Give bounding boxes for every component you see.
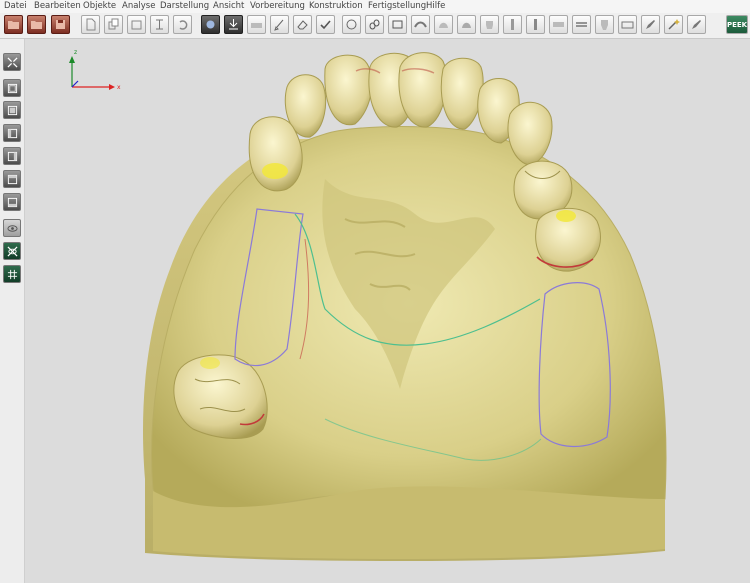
visibility-icon[interactable] bbox=[3, 219, 21, 237]
arch-icon[interactable] bbox=[434, 15, 453, 34]
save-icon[interactable] bbox=[51, 15, 70, 34]
open-folder-icon[interactable] bbox=[4, 15, 23, 34]
menu-datei[interactable]: Datei bbox=[4, 1, 27, 11]
edit-icon[interactable] bbox=[641, 15, 660, 34]
view-left-icon[interactable] bbox=[3, 124, 21, 142]
menu-konstruktion[interactable]: Konstruktion bbox=[309, 1, 363, 11]
scan-icon[interactable] bbox=[247, 15, 266, 34]
menu-objekte[interactable]: Objekte bbox=[83, 1, 116, 11]
grid-icon[interactable] bbox=[3, 265, 21, 283]
menu-ansicht[interactable]: Ansicht bbox=[213, 1, 244, 11]
menu-hilfe[interactable]: Hilfe bbox=[426, 1, 445, 11]
menu-analyse[interactable]: Analyse bbox=[122, 1, 155, 11]
arch-icon[interactable] bbox=[411, 15, 430, 34]
bar-icon[interactable] bbox=[572, 15, 591, 34]
tooth-icon[interactable] bbox=[526, 15, 545, 34]
view-right-icon[interactable] bbox=[3, 147, 21, 165]
tooth-icon[interactable] bbox=[595, 15, 614, 34]
view-top-icon[interactable] bbox=[3, 170, 21, 188]
wand-icon[interactable] bbox=[664, 15, 683, 34]
open-folder-icon[interactable] bbox=[27, 15, 46, 34]
tooth-icon[interactable] bbox=[503, 15, 522, 34]
select-hand-icon[interactable] bbox=[201, 15, 220, 34]
fit-view-icon[interactable] bbox=[3, 53, 21, 71]
copy-icon[interactable] bbox=[104, 15, 123, 34]
view-front-icon[interactable] bbox=[3, 79, 21, 97]
measure-icon[interactable] bbox=[150, 15, 169, 34]
checkmark-icon[interactable] bbox=[316, 15, 335, 34]
copy-icon[interactable] bbox=[127, 15, 146, 34]
model-icon[interactable] bbox=[342, 15, 361, 34]
connector-icon[interactable] bbox=[549, 15, 568, 34]
new-file-icon[interactable] bbox=[81, 15, 100, 34]
eraser-icon[interactable] bbox=[293, 15, 312, 34]
toolbar: PEEK bbox=[0, 13, 750, 39]
axis-triad bbox=[69, 56, 115, 90]
edit-icon[interactable] bbox=[687, 15, 706, 34]
peek-icon[interactable]: PEEK bbox=[726, 15, 748, 34]
menu-fertigstellung[interactable]: Fertigstellung bbox=[368, 1, 426, 11]
menu-vorbereitung[interactable]: Vorbereitung bbox=[250, 1, 305, 11]
undo-icon[interactable] bbox=[173, 15, 192, 34]
view-sidebar bbox=[0, 39, 25, 583]
menu-bar: Datei Bearbeiten Objekte Analyse Darstel… bbox=[0, 0, 750, 14]
tooth-icon[interactable] bbox=[480, 15, 499, 34]
menu-darstellung[interactable]: Darstellung bbox=[160, 1, 209, 11]
bridge-icon[interactable] bbox=[618, 15, 637, 34]
brush-icon[interactable] bbox=[270, 15, 289, 34]
crown-icon[interactable] bbox=[388, 15, 407, 34]
hide-objects-icon[interactable] bbox=[3, 242, 21, 260]
peek-label: PEEK bbox=[726, 20, 748, 29]
3d-viewport[interactable]: z x bbox=[25, 39, 750, 583]
view-back-icon[interactable] bbox=[3, 101, 21, 119]
dental-model-render[interactable]: z x bbox=[25, 39, 750, 583]
axis-x-label: x bbox=[117, 84, 121, 91]
axis-z-label: z bbox=[74, 49, 77, 56]
link-icon[interactable] bbox=[365, 15, 384, 34]
menu-bearbeiten[interactable]: Bearbeiten bbox=[34, 1, 81, 11]
import-icon[interactable] bbox=[224, 15, 243, 34]
arch-icon[interactable] bbox=[457, 15, 476, 34]
view-bottom-icon[interactable] bbox=[3, 193, 21, 211]
